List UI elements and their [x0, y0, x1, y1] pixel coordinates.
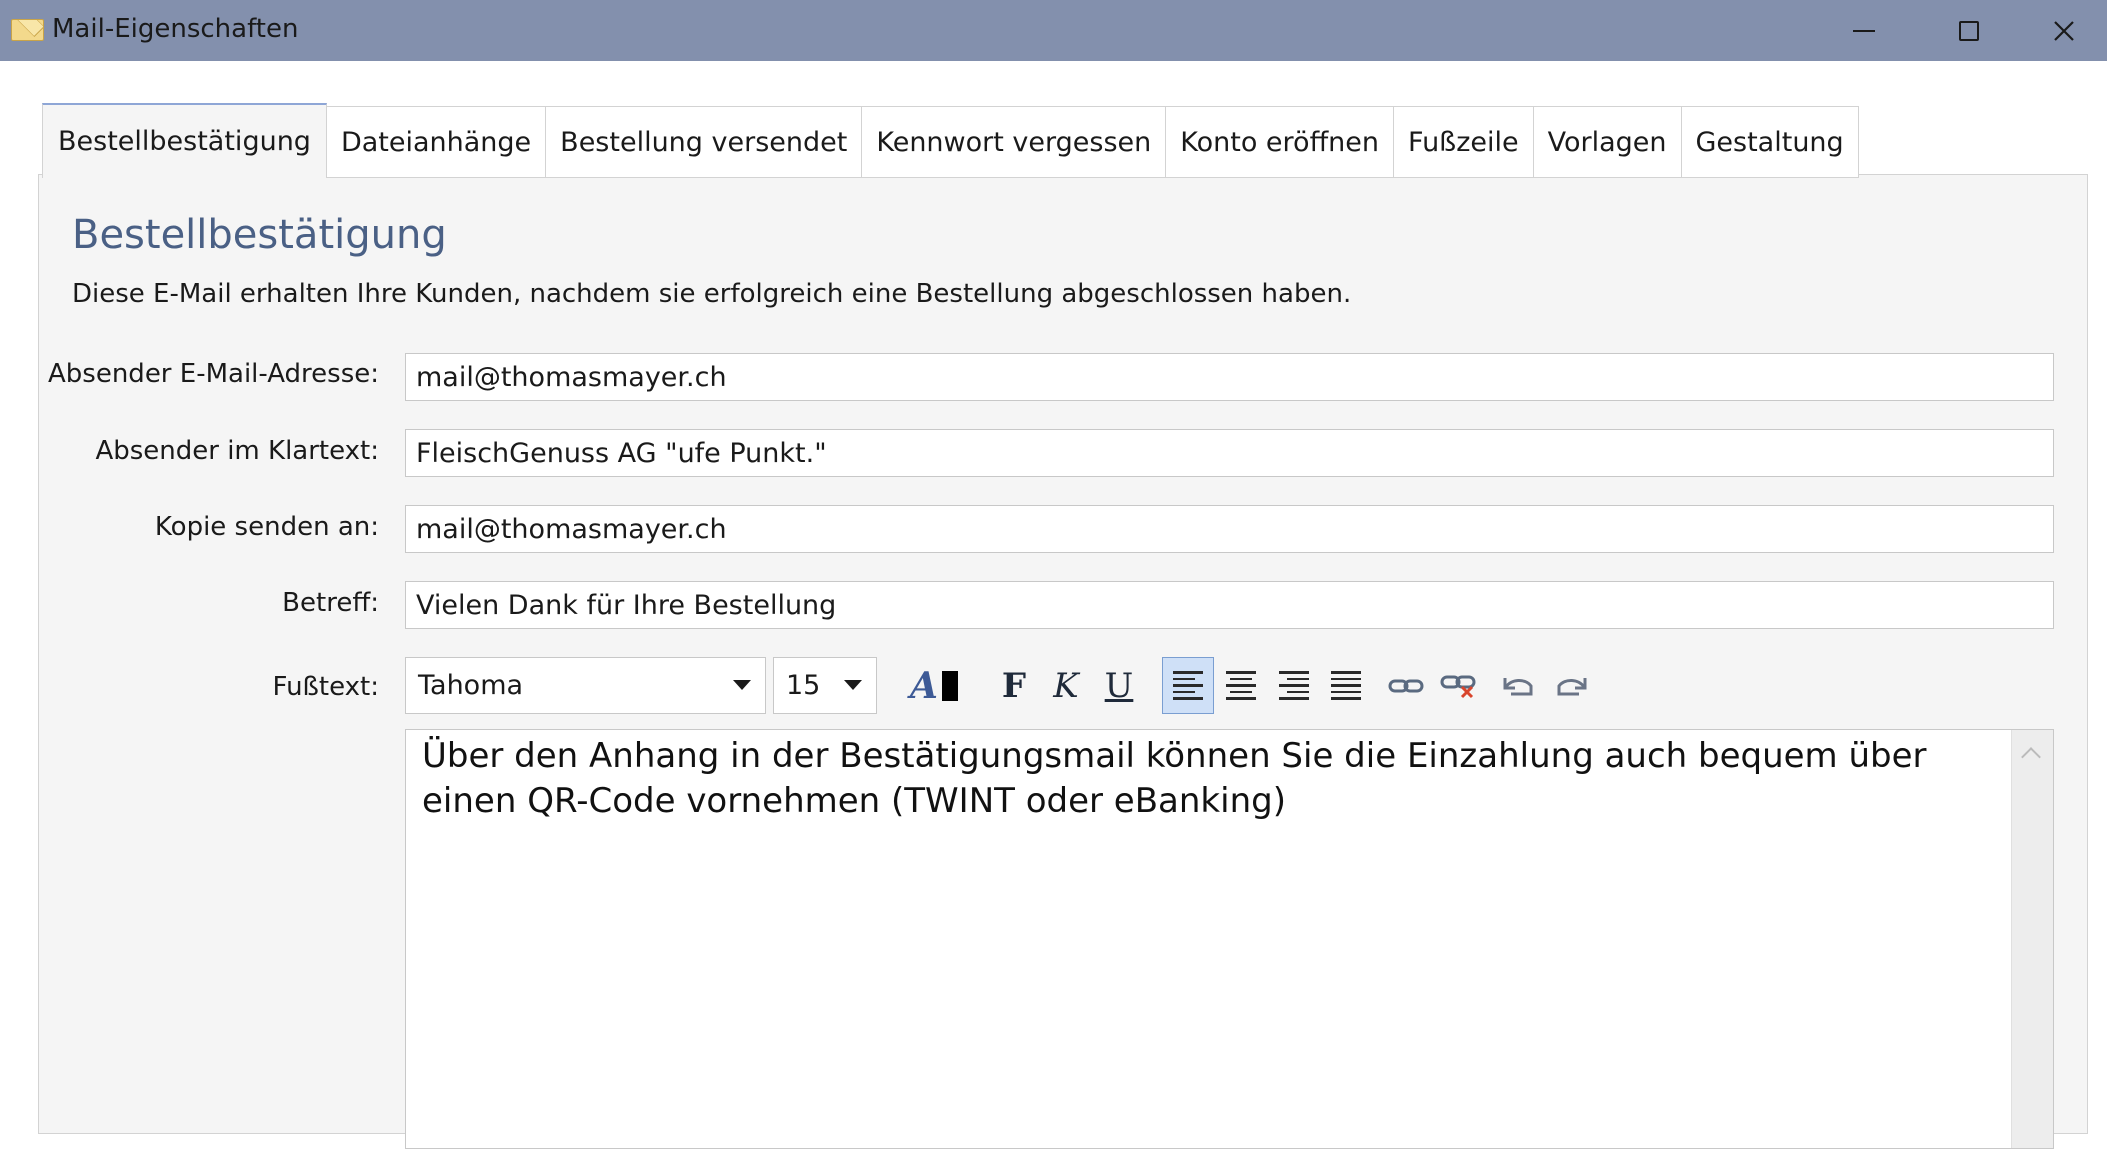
- tab-gestaltung[interactable]: Gestaltung: [1681, 106, 1859, 178]
- editor-scrollbar[interactable]: [2011, 730, 2053, 1148]
- align-right-icon: [1279, 671, 1309, 700]
- align-center-button[interactable]: [1215, 657, 1267, 714]
- window-title: Mail-Eigenschaften: [52, 14, 299, 44]
- link-icon: [1388, 679, 1424, 692]
- italic-icon: K: [1053, 665, 1079, 706]
- maximize-icon: [1959, 20, 1979, 41]
- minimize-button[interactable]: [1812, 0, 1916, 61]
- font-family-value: Tahoma: [418, 670, 524, 701]
- justify-button[interactable]: [1320, 657, 1372, 714]
- subject-field[interactable]: Vielen Dank für Ihre Bestellung: [405, 581, 2054, 629]
- tab-vorlagen[interactable]: Vorlagen: [1533, 106, 1682, 178]
- undo-button[interactable]: [1492, 657, 1544, 714]
- minimize-icon: [1853, 29, 1875, 32]
- section-description: Diese E-Mail erhalten Ihre Kunden, nachd…: [72, 279, 1352, 309]
- align-left-icon: [1173, 671, 1203, 700]
- maximize-button[interactable]: [1917, 0, 2021, 61]
- font-size-select[interactable]: 15: [773, 657, 877, 714]
- font-color-button[interactable]: A: [900, 657, 968, 714]
- font-size-value: 15: [786, 670, 821, 701]
- chevron-down-icon: [733, 680, 751, 690]
- bold-icon: F: [1001, 665, 1027, 706]
- underline-icon: U: [1104, 665, 1134, 706]
- unlink-icon: [1440, 675, 1476, 698]
- close-icon: [2054, 20, 2074, 41]
- tab-bestellbestaetigung[interactable]: Bestellbestätigung: [42, 103, 327, 178]
- font-family-select[interactable]: Tahoma: [405, 657, 766, 714]
- insert-link-button[interactable]: [1380, 657, 1432, 714]
- font-color-icon: A: [910, 664, 938, 707]
- remove-link-button[interactable]: [1433, 657, 1485, 714]
- align-center-icon: [1226, 671, 1256, 700]
- chevron-down-icon: [844, 680, 862, 690]
- align-right-button[interactable]: [1268, 657, 1320, 714]
- sender-name-label: Absender im Klartext:: [95, 436, 379, 466]
- cc-label: Kopie senden an:: [154, 512, 379, 542]
- editor-content[interactable]: Über den Anhang in der Bestätigungsmail …: [422, 734, 2002, 824]
- tab-kennwort-vergessen[interactable]: Kennwort vergessen: [862, 106, 1167, 178]
- redo-button[interactable]: [1546, 657, 1598, 714]
- bold-button[interactable]: F: [988, 657, 1040, 714]
- justify-icon: [1331, 671, 1361, 700]
- redo-icon: [1557, 677, 1587, 695]
- close-button[interactable]: [2021, 0, 2107, 61]
- tab-strip: Bestellbestätigung Dateianhänge Bestellu…: [42, 103, 1859, 178]
- undo-icon: [1503, 677, 1533, 695]
- title-bar: Mail-Eigenschaften: [0, 0, 2107, 61]
- tab-bestellung-versendet[interactable]: Bestellung versendet: [546, 106, 863, 178]
- footer-text-editor[interactable]: Über den Anhang in der Bestätigungsmail …: [405, 729, 2054, 1149]
- cc-field[interactable]: mail@thomasmayer.ch: [405, 505, 2054, 553]
- tab-dateianhaenge[interactable]: Dateianhänge: [326, 106, 547, 178]
- italic-button[interactable]: K: [1040, 657, 1092, 714]
- section-heading: Bestellbestätigung: [72, 212, 447, 258]
- sender-email-label: Absender E-Mail-Adresse:: [48, 359, 379, 389]
- align-left-button[interactable]: [1162, 657, 1214, 714]
- scroll-up-icon[interactable]: [2021, 747, 2041, 767]
- sender-email-field[interactable]: mail@thomasmayer.ch: [405, 353, 2054, 401]
- sender-name-field[interactable]: FleischGenuss AG "ufe Punkt.": [405, 429, 2054, 477]
- envelope-icon: [11, 19, 44, 41]
- underline-button[interactable]: U: [1093, 657, 1145, 714]
- font-color-swatch: [941, 670, 958, 701]
- tab-konto-eroeffnen[interactable]: Konto eröffnen: [1166, 106, 1395, 178]
- tab-fusszeile[interactable]: Fußzeile: [1394, 106, 1534, 178]
- subject-label: Betreff:: [282, 588, 379, 618]
- footer-text-label: Fußtext:: [272, 672, 379, 702]
